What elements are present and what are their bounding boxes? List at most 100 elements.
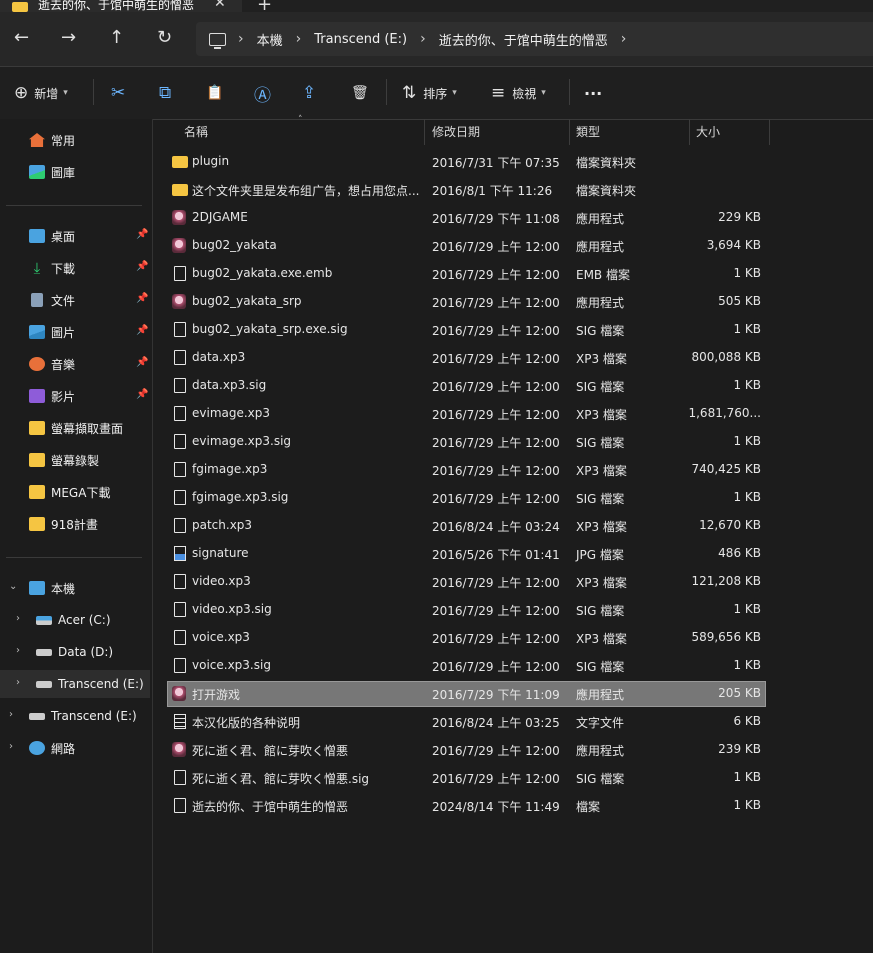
new-button[interactable]: ⊕ 新增 ▾ bbox=[14, 67, 68, 119]
sidebar-item-pictures[interactable]: 圖片 📌 bbox=[0, 318, 150, 346]
file-row[interactable]: 死に逝く君、館に芽吹く憎悪 2016/7/29 上午 12:00 應用程式 239 K… bbox=[168, 738, 765, 762]
column-divider[interactable] bbox=[769, 119, 770, 145]
file-row[interactable]: fgimage.xp3 2016/7/29 上午 12:00 XP3 檔案 740,4… bbox=[168, 458, 765, 482]
file-row[interactable]: 逝去的你、于馆中萌生的憎恶 2024/8/14 下午 11:49 檔案 1 KB bbox=[168, 794, 765, 818]
view-icon: ≡ bbox=[491, 83, 506, 103]
chevron-right-icon[interactable]: › bbox=[16, 613, 20, 624]
file-icon bbox=[174, 378, 186, 393]
file-row[interactable]: video.xp3.sig 2016/7/29 上午 12:00 SIG 檔案 1 K… bbox=[168, 598, 765, 622]
pin-icon[interactable]: 📌 bbox=[136, 325, 148, 336]
breadcrumb-folder[interactable]: 逝去的你、于馆中萌生的憎恶 bbox=[439, 30, 608, 49]
file-row[interactable]: patch.xp3 2016/8/24 上午 03:24 XP3 檔案 12,670 … bbox=[168, 514, 765, 538]
sidebar-item-label: 音樂 bbox=[51, 357, 76, 372]
column-date[interactable]: 修改日期 bbox=[432, 119, 480, 145]
sidebar-item-folder[interactable]: 螢幕擷取畫面 bbox=[0, 414, 150, 442]
paste-button[interactable]: 📋 bbox=[206, 67, 223, 119]
sidebar-item-documents[interactable]: 文件 📌 bbox=[0, 286, 150, 314]
pin-icon[interactable]: 📌 bbox=[136, 357, 148, 368]
pin-icon[interactable]: 📌 bbox=[136, 229, 148, 240]
file-icon bbox=[174, 434, 186, 449]
address-bar[interactable]: › 本機 › Transcend (E:) › 逝去的你、于馆中萌生的憎恶 › bbox=[196, 22, 873, 56]
file-row[interactable]: bug02_yakata_srp.exe.sig 2016/7/29 上午 12:… bbox=[168, 318, 765, 342]
column-divider[interactable] bbox=[689, 119, 690, 145]
column-divider[interactable] bbox=[569, 119, 570, 145]
file-row[interactable]: signature 2016/5/26 下午 01:41 JPG 檔案 486 KB bbox=[168, 542, 765, 566]
column-divider[interactable] bbox=[424, 119, 425, 145]
refresh-icon[interactable]: ↻ bbox=[157, 28, 172, 48]
file-date: 2016/7/29 下午 11:08 bbox=[432, 212, 560, 226]
sidebar-item-videos[interactable]: 影片 📌 bbox=[0, 382, 150, 410]
chevron-down-icon[interactable]: ⌄ bbox=[9, 581, 17, 592]
file-row[interactable]: data.xp3.sig 2016/7/29 上午 12:00 SIG 檔案 1 KB bbox=[168, 374, 765, 398]
sidebar-item-folder[interactable]: 螢幕錄製 bbox=[0, 446, 150, 474]
pin-icon[interactable]: 📌 bbox=[136, 389, 148, 400]
forward-icon[interactable]: → bbox=[61, 28, 76, 48]
close-tab-icon[interactable]: ✕ bbox=[214, 0, 226, 11]
sort-button[interactable]: ⇅ 排序 ▾ bbox=[402, 67, 457, 119]
file-name: fgimage.xp3.sig bbox=[192, 490, 289, 504]
file-row[interactable]: bug02_yakata.exe.emb 2016/7/29 上午 12:00 EM… bbox=[168, 262, 765, 286]
rename-button[interactable]: Ⓐ bbox=[254, 67, 271, 119]
cut-button[interactable]: ✂ bbox=[111, 67, 125, 119]
column-type[interactable]: 類型 bbox=[576, 119, 600, 145]
chevron-right-icon[interactable]: › bbox=[238, 31, 244, 47]
chevron-right-icon[interactable]: › bbox=[621, 31, 627, 47]
sidebar-item-network[interactable]: › 網路 bbox=[0, 734, 150, 762]
sidebar-item-gallery[interactable]: 圖庫 bbox=[0, 158, 150, 186]
sidebar-item-home[interactable]: 常用 bbox=[0, 126, 150, 154]
sidebar-item-this-pc[interactable]: ⌄ 本機 bbox=[0, 574, 150, 602]
chevron-right-icon[interactable]: › bbox=[296, 31, 302, 47]
sidebar-item-folder[interactable]: MEGA下載 bbox=[0, 478, 150, 506]
up-icon[interactable]: ↑ bbox=[109, 28, 124, 48]
file-row[interactable]: evimage.xp3 2016/7/29 上午 12:00 XP3 檔案 1,681… bbox=[168, 402, 765, 426]
file-row[interactable]: voice.xp3.sig 2016/7/29 上午 12:00 SIG 檔案 1 K… bbox=[168, 654, 765, 678]
sidebar-item-folder[interactable]: 918計畫 bbox=[0, 510, 150, 538]
file-row[interactable]: 2DJGAME 2016/7/29 下午 11:08 應用程式 229 KB bbox=[168, 206, 765, 230]
file-row[interactable]: 死に逝く君、館に芽吹く憎悪.sig 2016/7/29 上午 12:00 SIG 檔… bbox=[168, 766, 765, 790]
column-size[interactable]: 大小 bbox=[696, 119, 720, 145]
file-row[interactable]: fgimage.xp3.sig 2016/7/29 上午 12:00 SIG 檔案 1… bbox=[168, 486, 765, 510]
file-row[interactable]: evimage.xp3.sig 2016/7/29 上午 12:00 SIG 檔案 1… bbox=[168, 430, 765, 454]
file-row[interactable]: bug02_yakata_srp 2016/7/29 上午 12:00 應用程式 50… bbox=[168, 290, 765, 314]
sidebar-item-drive-e[interactable]: › Transcend (E:) bbox=[0, 670, 150, 698]
sidebar-item-downloads[interactable]: ⤓ 下載 📌 bbox=[0, 254, 150, 282]
sidebar-item-music[interactable]: 音樂 📌 bbox=[0, 350, 150, 378]
breadcrumb-drive[interactable]: Transcend (E:) bbox=[314, 32, 407, 47]
home-icon bbox=[29, 133, 45, 147]
file-row[interactable]: 本汉化版的各种说明 2016/8/24 上午 03:25 文字文件 6 KB bbox=[168, 710, 765, 734]
sort-label: 排序 bbox=[423, 86, 448, 101]
file-row[interactable]: video.xp3 2016/7/29 上午 12:00 XP3 檔案 121,208… bbox=[168, 570, 765, 594]
sidebar-item-desktop[interactable]: 桌面 📌 bbox=[0, 222, 150, 250]
file-name: evimage.xp3 bbox=[192, 406, 271, 420]
pin-icon[interactable]: 📌 bbox=[136, 293, 148, 304]
share-button[interactable]: ⇪ bbox=[302, 67, 316, 119]
copy-button[interactable]: ⧉ bbox=[159, 67, 171, 119]
back-icon[interactable]: ← bbox=[14, 28, 29, 48]
file-row[interactable]: plugin 2016/7/31 下午 07:35 檔案資料夾 bbox=[168, 150, 765, 174]
view-button[interactable]: ≡ 檢視 ▾ bbox=[491, 67, 546, 119]
file-type: SIG 檔案 bbox=[576, 436, 625, 450]
more-options-icon[interactable]: ··· bbox=[584, 67, 602, 119]
file-size: 205 KB bbox=[718, 686, 761, 700]
file-type: XP3 檔案 bbox=[576, 352, 627, 366]
sidebar-item-transcend[interactable]: › Transcend (E:) bbox=[0, 702, 150, 730]
file-row[interactable]: voice.xp3 2016/7/29 上午 12:00 XP3 檔案 589,656… bbox=[168, 626, 765, 650]
file-row[interactable]: 这个文件夹里是发布组广告，想占用您点... 2016/8/1 下午 11:26 檔案… bbox=[168, 178, 765, 202]
application-icon bbox=[172, 294, 186, 309]
file-row[interactable]: data.xp3 2016/7/29 上午 12:00 XP3 檔案 800,088 … bbox=[168, 346, 765, 370]
file-row[interactable]: bug02_yakata 2016/7/29 上午 12:00 應用程式 3,694 … bbox=[168, 234, 765, 258]
chevron-right-icon[interactable]: › bbox=[16, 645, 20, 656]
pin-icon[interactable]: 📌 bbox=[136, 261, 148, 272]
file-row[interactable]: 打开游戏 2016/7/29 下午 11:09 應用程式 205 KB bbox=[167, 681, 766, 707]
sidebar-item-drive-c[interactable]: › Acer (C:) bbox=[0, 606, 150, 634]
window-tab[interactable]: 逝去的你、于馆中萌生的憎恶 ✕ bbox=[0, 0, 242, 12]
chevron-right-icon[interactable]: › bbox=[9, 741, 13, 752]
breadcrumb-this-pc[interactable]: 本機 bbox=[257, 30, 283, 49]
delete-button[interactable]: 🗑 bbox=[351, 67, 369, 119]
chevron-right-icon[interactable]: › bbox=[16, 677, 20, 688]
column-name[interactable]: 名稱 bbox=[184, 119, 208, 145]
sidebar-item-drive-d[interactable]: › Data (D:) bbox=[0, 638, 150, 666]
chevron-right-icon[interactable]: › bbox=[420, 31, 426, 47]
new-tab-icon[interactable]: + bbox=[257, 0, 272, 12]
chevron-right-icon[interactable]: › bbox=[9, 709, 13, 720]
